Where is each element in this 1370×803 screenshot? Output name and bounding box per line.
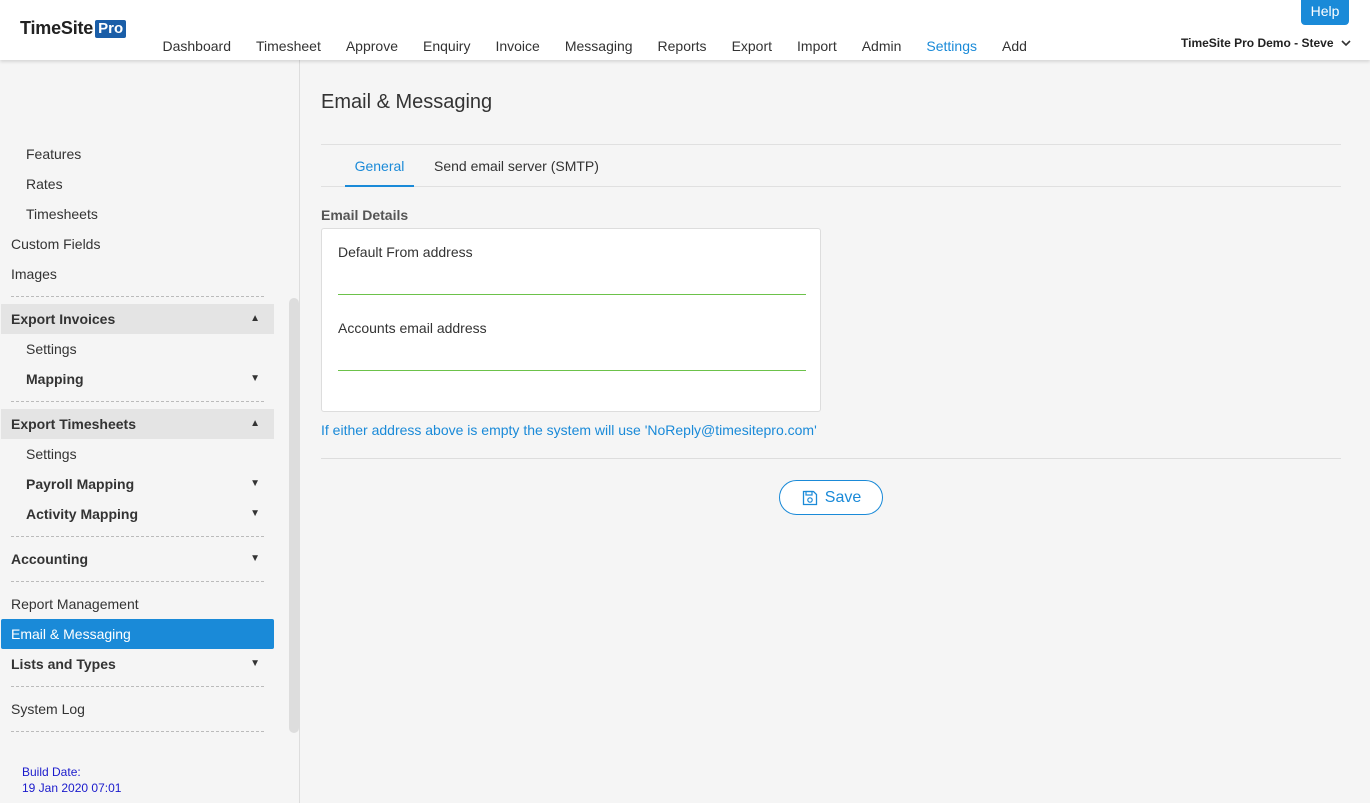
sidebar-item-label: Lists and Types: [11, 656, 116, 672]
sidebar-item-rates[interactable]: Rates: [1, 169, 274, 199]
nav-export[interactable]: Export: [732, 38, 772, 54]
build-info: Build Date: 19 Jan 2020 07:01: [22, 764, 121, 796]
sidebar-item-label: Mapping: [26, 371, 84, 387]
sidebar-item-label: Payroll Mapping: [26, 476, 135, 492]
sidebar-group-label: Export Timesheets: [11, 416, 137, 432]
page-title: Email & Messaging: [321, 91, 493, 113]
tab-bar: General Send email server (SMTP): [321, 144, 1341, 187]
tab-general[interactable]: General: [345, 145, 414, 187]
sidebar-group-export-timesheets[interactable]: Export Timesheets ▲: [1, 409, 274, 439]
collapse-up-icon: ▲: [250, 418, 260, 429]
sidebar-item-payroll-mapping[interactable]: Payroll Mapping ▼: [1, 469, 274, 499]
expand-down-icon: ▼: [250, 553, 260, 564]
sidebar-divider: [11, 401, 264, 402]
sidebar-divider: [11, 581, 264, 582]
sidebar-item-system-log[interactable]: System Log: [1, 694, 274, 724]
build-date-value: 19 Jan 2020 07:01: [22, 781, 122, 795]
nav-dashboard[interactable]: Dashboard: [163, 38, 232, 54]
nav-approve[interactable]: Approve: [346, 38, 398, 54]
sidebar-item-export-timesheets-settings[interactable]: Settings: [1, 439, 274, 469]
sidebar-item-timesheets[interactable]: Timesheets: [1, 199, 274, 229]
expand-down-icon: ▼: [250, 478, 260, 489]
default-from-label: Default From address: [338, 244, 473, 260]
sidebar-divider: [11, 731, 264, 732]
nav-enquiry[interactable]: Enquiry: [423, 38, 470, 54]
default-from-input[interactable]: [338, 271, 806, 295]
sidebar-item-report-management[interactable]: Report Management: [1, 589, 274, 619]
sidebar-item-accounting[interactable]: Accounting ▼: [1, 544, 274, 574]
sidebar-divider: [11, 686, 264, 687]
accounts-email-label: Accounts email address: [338, 320, 487, 336]
logo-badge: Pro: [95, 19, 127, 38]
nav-reports[interactable]: Reports: [658, 38, 707, 54]
top-bar: TimeSite Pro Dashboard Timesheet Approve…: [0, 0, 1370, 60]
accounts-email-input[interactable]: [338, 347, 806, 371]
account-label: TimeSite Pro Demo - Steve: [1181, 36, 1334, 50]
sidebar-item-features[interactable]: Features: [1, 139, 274, 169]
section-label: Email Details: [321, 207, 409, 223]
chevron-down-icon: [1340, 40, 1351, 47]
sidebar-group-label: Export Invoices: [11, 311, 116, 327]
sidebar-item-lists-and-types[interactable]: Lists and Types ▼: [1, 649, 274, 679]
nav-admin[interactable]: Admin: [862, 38, 902, 54]
sidebar-item-label: Activity Mapping: [26, 506, 139, 522]
sidebar-divider: [11, 296, 264, 297]
separator: [321, 458, 1341, 459]
expand-down-icon: ▼: [250, 508, 260, 519]
sidebar-item-email-messaging[interactable]: Email & Messaging: [1, 619, 274, 649]
nav-add[interactable]: Add: [1002, 38, 1027, 54]
sidebar-item-images[interactable]: Images: [1, 259, 274, 289]
expand-down-icon: ▼: [250, 373, 260, 384]
sidebar-item-label: Accounting: [11, 551, 88, 567]
logo[interactable]: TimeSite Pro: [20, 18, 127, 39]
account-menu[interactable]: TimeSite Pro Demo - Steve: [1181, 36, 1352, 50]
nav-invoice[interactable]: Invoice: [495, 38, 539, 54]
save-label: Save: [824, 488, 862, 506]
collapse-up-icon: ▲: [250, 313, 260, 324]
sidebar-item-custom-fields[interactable]: Custom Fields: [1, 229, 274, 259]
nav-timesheet[interactable]: Timesheet: [256, 38, 321, 54]
fallback-hint: If either address above is empty the sys…: [321, 422, 817, 438]
save-button[interactable]: Save: [779, 480, 883, 515]
save-icon: [802, 490, 817, 505]
nav-settings[interactable]: Settings: [926, 38, 977, 54]
sidebar-scrollbar[interactable]: [289, 298, 299, 733]
main-nav: Dashboard Timesheet Approve Enquiry Invo…: [150, 38, 1039, 54]
email-details-card: Default From address Accounts email addr…: [321, 228, 821, 412]
nav-import[interactable]: Import: [797, 38, 837, 54]
expand-down-icon: ▼: [250, 658, 260, 669]
sidebar-item-export-invoices-settings[interactable]: Settings: [1, 334, 274, 364]
sidebar: Features Rates Timesheets Custom Fields …: [0, 60, 300, 803]
tab-smtp[interactable]: Send email server (SMTP): [434, 145, 599, 187]
sidebar-item-mapping[interactable]: Mapping ▼: [1, 364, 274, 394]
sidebar-group-export-invoices[interactable]: Export Invoices ▲: [1, 304, 274, 334]
help-button[interactable]: Help: [1301, 0, 1349, 25]
sidebar-divider: [11, 536, 264, 537]
nav-messaging[interactable]: Messaging: [565, 38, 633, 54]
logo-text: TimeSite: [20, 18, 94, 38]
sidebar-item-activity-mapping[interactable]: Activity Mapping ▼: [1, 499, 274, 529]
build-date-label: Build Date:: [22, 765, 81, 779]
